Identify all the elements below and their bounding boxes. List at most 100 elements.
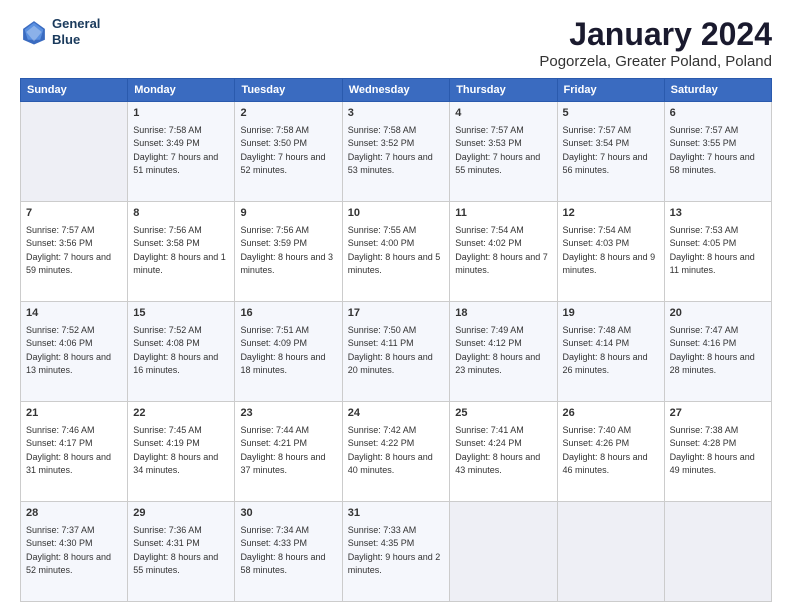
logo-icon [20, 18, 48, 46]
calendar-cell: 3 Sunrise: 7:58 AMSunset: 3:52 PMDaylight… [342, 102, 450, 202]
calendar-cell: 14Sunrise: 7:52 AMSunset: 4:06 PMDayligh… [21, 302, 128, 402]
day-number: 23 [240, 406, 336, 422]
day-number: 6 [670, 106, 766, 122]
day-number: 10 [348, 206, 445, 222]
day-info: Sunrise: 7:47 AMSunset: 4:16 PMDaylight:… [670, 324, 766, 378]
day-info: Sunrise: 7:57 AMSunset: 3:55 PMDaylight:… [670, 124, 766, 178]
day-info: Sunrise: 7:57 AMSunset: 3:56 PMDaylight:… [26, 224, 122, 278]
calendar-cell: 7Sunrise: 7:57 AMSunset: 3:56 PMDaylight… [21, 202, 128, 302]
calendar-cell: 26 Sunrise: 7:40 AMSunset: 4:26 PMDayligh… [557, 402, 664, 502]
calendar-week-row: 7Sunrise: 7:57 AMSunset: 3:56 PMDaylight… [21, 202, 772, 302]
day-info: Sunrise: 7:34 AMSunset: 4:33 PMDaylight:… [240, 524, 336, 578]
day-info: Sunrise: 7:50 AMSunset: 4:11 PMDaylight:… [348, 324, 445, 378]
calendar-cell: 27 Sunrise: 7:38 AMSunset: 4:28 PMDayligh… [664, 402, 771, 502]
day-number: 26 [563, 406, 659, 422]
calendar-cell: 16 Sunrise: 7:51 AMSunset: 4:09 PMDayligh… [235, 302, 342, 402]
day-info: Sunrise: 7:54 AMSunset: 4:02 PMDaylight:… [455, 224, 551, 278]
day-info: Sunrise: 7:52 AMSunset: 4:08 PMDaylight:… [133, 324, 229, 378]
calendar-cell: 5 Sunrise: 7:57 AMSunset: 3:54 PMDaylight… [557, 102, 664, 202]
page: General Blue January 2024 Pogorzela, Gre… [0, 0, 792, 612]
weekday-header-thursday: Thursday [450, 79, 557, 102]
day-number: 29 [133, 506, 229, 522]
calendar-cell: 12Sunrise: 7:54 AMSunset: 4:03 PMDayligh… [557, 202, 664, 302]
day-number: 24 [348, 406, 445, 422]
day-number: 28 [26, 506, 122, 522]
day-info: Sunrise: 7:55 AMSunset: 4:00 PMDaylight:… [348, 224, 445, 278]
calendar-cell: 20 Sunrise: 7:47 AMSunset: 4:16 PMDayligh… [664, 302, 771, 402]
day-info: Sunrise: 7:53 AMSunset: 4:05 PMDaylight:… [670, 224, 766, 278]
day-number: 15 [133, 306, 229, 322]
calendar-week-row: 21Sunrise: 7:46 AMSunset: 4:17 PMDayligh… [21, 402, 772, 502]
day-info: Sunrise: 7:58 AMSunset: 3:50 PMDaylight:… [240, 124, 336, 178]
calendar-cell [664, 502, 771, 602]
calendar-cell: 13Sunrise: 7:53 AMSunset: 4:05 PMDayligh… [664, 202, 771, 302]
day-number: 5 [563, 106, 659, 122]
calendar-cell: 30Sunrise: 7:34 AMSunset: 4:33 PMDayligh… [235, 502, 342, 602]
calendar-cell: 2 Sunrise: 7:58 AMSunset: 3:50 PMDaylight… [235, 102, 342, 202]
calendar-cell: 23 Sunrise: 7:44 AMSunset: 4:21 PMDayligh… [235, 402, 342, 502]
calendar-cell: 11 Sunrise: 7:54 AMSunset: 4:02 PMDayligh… [450, 202, 557, 302]
day-number: 25 [455, 406, 551, 422]
day-info: Sunrise: 7:51 AMSunset: 4:09 PMDaylight:… [240, 324, 336, 378]
weekday-header-friday: Friday [557, 79, 664, 102]
title-block: January 2024 Pogorzela, Greater Poland, … [539, 16, 772, 70]
calendar-week-row: 28 Sunrise: 7:37 AMSunset: 4:30 PMDayligh… [21, 502, 772, 602]
day-number: 9 [240, 206, 336, 222]
day-info: Sunrise: 7:48 AMSunset: 4:14 PMDaylight:… [563, 324, 659, 378]
day-info: Sunrise: 7:54 AMSunset: 4:03 PMDaylight:… [563, 224, 659, 278]
calendar-cell: 15 Sunrise: 7:52 AMSunset: 4:08 PMDayligh… [128, 302, 235, 402]
day-number: 1 [133, 106, 229, 122]
subtitle: Pogorzela, Greater Poland, Poland [539, 53, 772, 70]
weekday-header-wednesday: Wednesday [342, 79, 450, 102]
day-info: Sunrise: 7:33 AMSunset: 4:35 PMDaylight:… [348, 524, 445, 578]
calendar-cell: 22Sunrise: 7:45 AMSunset: 4:19 PMDayligh… [128, 402, 235, 502]
weekday-header-tuesday: Tuesday [235, 79, 342, 102]
day-number: 20 [670, 306, 766, 322]
logo-line2: Blue [52, 32, 100, 48]
calendar-cell: 29 Sunrise: 7:36 AMSunset: 4:31 PMDayligh… [128, 502, 235, 602]
calendar-cell: 21Sunrise: 7:46 AMSunset: 4:17 PMDayligh… [21, 402, 128, 502]
day-info: Sunrise: 7:56 AMSunset: 3:58 PMDaylight:… [133, 224, 229, 278]
calendar-cell: 28 Sunrise: 7:37 AMSunset: 4:30 PMDayligh… [21, 502, 128, 602]
calendar-cell [21, 102, 128, 202]
day-info: Sunrise: 7:45 AMSunset: 4:19 PMDaylight:… [133, 424, 229, 478]
calendar-table: SundayMondayTuesdayWednesdayThursdayFrid… [20, 78, 772, 602]
day-info: Sunrise: 7:56 AMSunset: 3:59 PMDaylight:… [240, 224, 336, 278]
day-info: Sunrise: 7:49 AMSunset: 4:12 PMDaylight:… [455, 324, 551, 378]
day-info: Sunrise: 7:38 AMSunset: 4:28 PMDaylight:… [670, 424, 766, 478]
day-number: 19 [563, 306, 659, 322]
calendar-cell: 24 Sunrise: 7:42 AMSunset: 4:22 PMDayligh… [342, 402, 450, 502]
calendar-cell: 25Sunrise: 7:41 AMSunset: 4:24 PMDayligh… [450, 402, 557, 502]
calendar-cell: 10 Sunrise: 7:55 AMSunset: 4:00 PMDayligh… [342, 202, 450, 302]
calendar-cell [557, 502, 664, 602]
calendar-cell [450, 502, 557, 602]
weekday-header-row: SundayMondayTuesdayWednesdayThursdayFrid… [21, 79, 772, 102]
weekday-header-monday: Monday [128, 79, 235, 102]
day-number: 18 [455, 306, 551, 322]
day-info: Sunrise: 7:40 AMSunset: 4:26 PMDaylight:… [563, 424, 659, 478]
day-info: Sunrise: 7:44 AMSunset: 4:21 PMDaylight:… [240, 424, 336, 478]
day-info: Sunrise: 7:37 AMSunset: 4:30 PMDaylight:… [26, 524, 122, 578]
calendar-cell: 8 Sunrise: 7:56 AMSunset: 3:58 PMDaylight… [128, 202, 235, 302]
day-number: 2 [240, 106, 336, 122]
day-number: 8 [133, 206, 229, 222]
calendar-cell: 17Sunrise: 7:50 AMSunset: 4:11 PMDayligh… [342, 302, 450, 402]
day-info: Sunrise: 7:58 AMSunset: 3:52 PMDaylight:… [348, 124, 445, 178]
calendar-cell: 19 Sunrise: 7:48 AMSunset: 4:14 PMDayligh… [557, 302, 664, 402]
day-number: 11 [455, 206, 551, 222]
logo-text: General Blue [52, 16, 100, 47]
calendar-cell: 31 Sunrise: 7:33 AMSunset: 4:35 PMDayligh… [342, 502, 450, 602]
day-number: 3 [348, 106, 445, 122]
day-info: Sunrise: 7:46 AMSunset: 4:17 PMDaylight:… [26, 424, 122, 478]
day-number: 27 [670, 406, 766, 422]
calendar-week-row: 14Sunrise: 7:52 AMSunset: 4:06 PMDayligh… [21, 302, 772, 402]
day-number: 31 [348, 506, 445, 522]
day-info: Sunrise: 7:57 AMSunset: 3:54 PMDaylight:… [563, 124, 659, 178]
day-info: Sunrise: 7:52 AMSunset: 4:06 PMDaylight:… [26, 324, 122, 378]
calendar-cell: 1 Sunrise: 7:58 AMSunset: 3:49 PMDaylight… [128, 102, 235, 202]
day-info: Sunrise: 7:42 AMSunset: 4:22 PMDaylight:… [348, 424, 445, 478]
day-info: Sunrise: 7:36 AMSunset: 4:31 PMDaylight:… [133, 524, 229, 578]
header: General Blue January 2024 Pogorzela, Gre… [20, 16, 772, 70]
day-info: Sunrise: 7:58 AMSunset: 3:49 PMDaylight:… [133, 124, 229, 178]
day-number: 16 [240, 306, 336, 322]
